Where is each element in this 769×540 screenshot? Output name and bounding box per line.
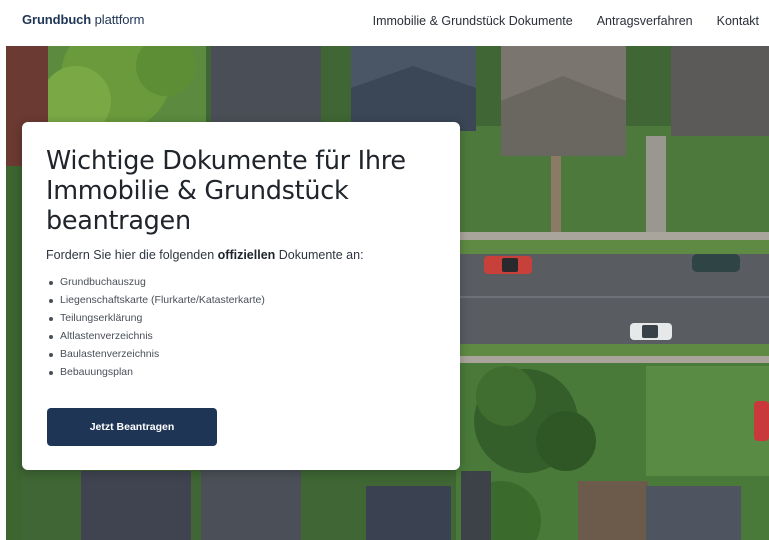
list-item: Altlastenverzeichnis <box>46 327 436 345</box>
logo-light: plattform <box>91 12 145 27</box>
list-item: Liegenschaftskarte (Flurkarte/Katasterka… <box>46 291 436 309</box>
apply-now-button[interactable]: Jetzt Beantragen <box>47 408 217 446</box>
list-item: Grundbuchauszug <box>46 273 436 291</box>
hero-lead: Fordern Sie hier die folgenden offiziell… <box>46 248 436 262</box>
main-nav: Immobilie & Grundstück Dokumente Antrags… <box>373 14 759 28</box>
list-item: Baulastenverzeichnis <box>46 345 436 363</box>
nav-link-kontakt[interactable]: Kontakt <box>717 14 759 28</box>
hero-section: Wichtige Dokumente für Ihre Immobilie & … <box>6 46 769 540</box>
logo-strong: Grundbuch <box>22 12 92 27</box>
nav-link-antragsverfahren[interactable]: Antragsverfahren <box>597 14 693 28</box>
lead-prefix: Fordern Sie hier die folgenden <box>46 248 218 262</box>
hero-title: Wichtige Dokumente für Ihre Immobilie & … <box>46 146 406 236</box>
site-header: Grundbuch plattform Immobilie & Grundstü… <box>0 0 769 46</box>
list-item: Bebauungsplan <box>46 363 436 381</box>
lead-suffix: Dokumente an: <box>275 248 364 262</box>
logo[interactable]: Grundbuch plattform <box>22 12 144 27</box>
nav-link-dokumente[interactable]: Immobilie & Grundstück Dokumente <box>373 14 573 28</box>
lead-bold: offiziellen <box>217 248 276 262</box>
hero-card: Wichtige Dokumente für Ihre Immobilie & … <box>22 122 460 470</box>
list-item: Teilungserklärung <box>46 309 436 327</box>
document-list: Grundbuchauszug Liegenschaftskarte (Flur… <box>46 273 436 381</box>
